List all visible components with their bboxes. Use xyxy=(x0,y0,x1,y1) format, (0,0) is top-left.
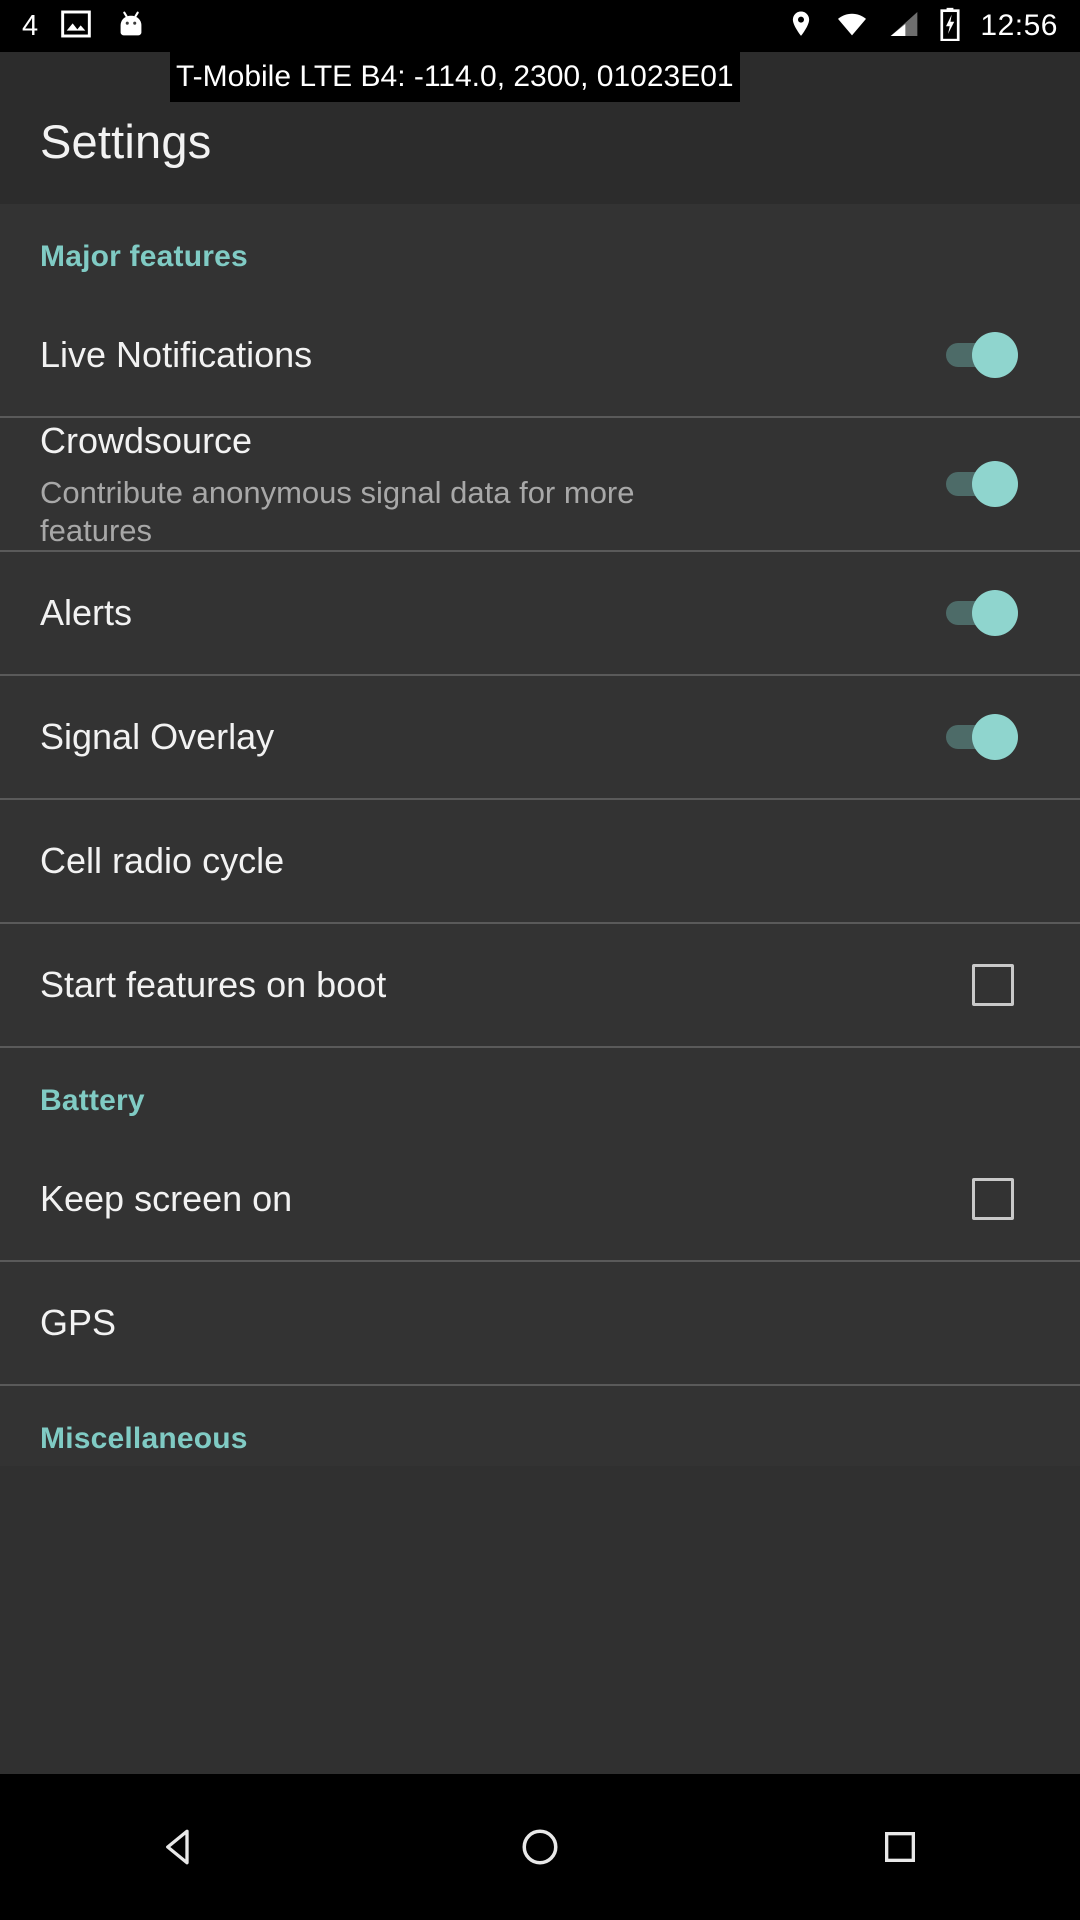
row-title: Crowdsource xyxy=(40,420,253,461)
toggle-thumb xyxy=(972,713,1018,760)
status-bar-clock: 12:56 xyxy=(980,9,1058,42)
photo-icon xyxy=(60,8,92,45)
row-title: Start features on boot xyxy=(40,963,387,1005)
cellular-signal-icon xyxy=(888,8,920,45)
row-text-block: Start features on boot xyxy=(40,962,972,1008)
back-button[interactable] xyxy=(90,1774,270,1920)
settings-row-crowdsource[interactable]: Crowdsource Contribute anonymous signal d… xyxy=(0,418,1080,550)
toggle-signal-overlay[interactable] xyxy=(946,713,1018,760)
settings-row-signal-overlay[interactable]: Signal Overlay xyxy=(0,676,1080,798)
status-bar-right-icons: 12:56 xyxy=(786,7,1058,46)
row-text-block: Signal Overlay xyxy=(40,714,946,760)
section-header-battery: Battery xyxy=(40,1083,145,1117)
home-button[interactable] xyxy=(450,1774,630,1920)
row-title: Alerts xyxy=(40,591,133,633)
app-header: T-Mobile LTE B4: -114.0, 2300, 01023E01 … xyxy=(0,52,1080,204)
phone-screen: 4 12:56 T-Mobile LTE B4: -114.0, 2300, 0… xyxy=(0,0,1080,1920)
battery-charging-icon xyxy=(938,7,962,46)
checkbox-start-features-on-boot[interactable] xyxy=(972,963,1014,1006)
settings-row-start-features-on-boot[interactable]: Start features on boot xyxy=(0,924,1080,1046)
row-text-block: Crowdsource Contribute anonymous signal d… xyxy=(40,418,946,550)
settings-row-live-notifications[interactable]: Live Notifications xyxy=(0,294,1080,416)
toggle-alerts[interactable] xyxy=(946,589,1018,636)
row-title: Live Notifications xyxy=(40,333,313,375)
row-text-block: GPS xyxy=(40,1300,1040,1346)
row-text-block: Live Notifications xyxy=(40,332,946,378)
settings-row-keep-screen-on[interactable]: Keep screen on xyxy=(0,1138,1080,1260)
settings-list[interactable]: Major features Live Notifications Crowdsou… xyxy=(0,204,1080,1466)
row-title: Keep screen on xyxy=(40,1177,293,1219)
section-header-miscellaneous: Miscellaneous xyxy=(40,1421,248,1455)
checkbox-keep-screen-on[interactable] xyxy=(972,1177,1014,1220)
android-head-icon xyxy=(114,8,148,45)
row-title: GPS xyxy=(40,1301,117,1343)
back-triangle-icon xyxy=(166,1829,189,1865)
signal-overlay-banner: T-Mobile LTE B4: -114.0, 2300, 01023E01 xyxy=(170,52,740,102)
toggle-crowdsource[interactable] xyxy=(946,460,1018,507)
status-bar: 4 12:56 xyxy=(0,0,1080,52)
toggle-thumb xyxy=(972,332,1018,378)
home-circle-icon xyxy=(522,1829,558,1865)
row-title: Cell radio cycle xyxy=(40,839,285,881)
settings-row-alerts[interactable]: Alerts xyxy=(0,552,1080,674)
row-subtitle: Contribute anonymous signal data for mor… xyxy=(40,475,635,548)
page-title: Settings xyxy=(40,115,212,168)
row-text-block: Cell radio cycle xyxy=(40,838,1040,884)
row-title: Signal Overlay xyxy=(40,715,275,757)
recents-square-icon xyxy=(885,1832,915,1862)
wifi-icon xyxy=(834,8,870,45)
recents-button[interactable] xyxy=(810,1774,990,1920)
status-bar-left-icons: 4 xyxy=(22,8,148,45)
notification-count: 4 xyxy=(22,9,39,42)
toggle-thumb xyxy=(972,460,1018,507)
location-pin-icon xyxy=(786,8,816,45)
section-header-major-features: Major features xyxy=(40,240,248,273)
settings-row-gps[interactable]: GPS xyxy=(0,1262,1080,1384)
settings-row-cell-radio-cycle[interactable]: Cell radio cycle xyxy=(0,800,1080,922)
toggle-thumb xyxy=(972,589,1018,636)
row-text-block: Keep screen on xyxy=(40,1176,972,1222)
row-text-block: Alerts xyxy=(40,590,946,636)
toggle-live-notifications[interactable] xyxy=(946,332,1018,378)
system-nav-bar xyxy=(0,1774,1080,1920)
